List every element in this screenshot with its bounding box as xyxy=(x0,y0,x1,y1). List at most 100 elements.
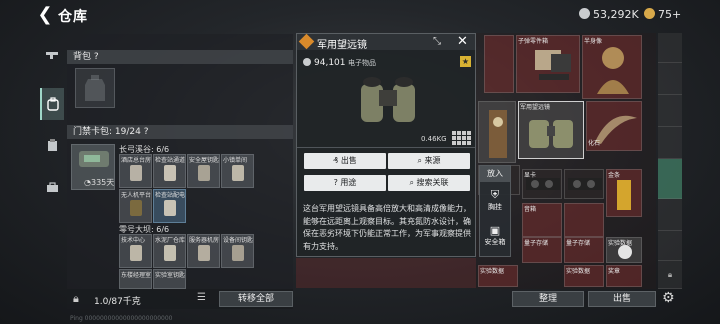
popup-title: 军用望远镜 xyxy=(317,40,367,51)
keycard-icon xyxy=(198,165,210,181)
keycard-icon xyxy=(130,245,142,261)
warehouse-item[interactable] xyxy=(484,35,514,93)
lock-icon[interactable]: 🔒︎ xyxy=(658,261,682,289)
item-label: 实验数据 xyxy=(608,240,633,247)
close-icon[interactable]: ✕ xyxy=(457,34,468,49)
capacity-text: 1.0/87千克 xyxy=(94,297,141,307)
item-value-number: 94,101 xyxy=(314,58,346,68)
keycard-icon xyxy=(198,245,210,261)
usage-button[interactable]: ? 用途 xyxy=(304,175,386,191)
search-related-button[interactable]: ⌕ 搜索关联 xyxy=(388,175,470,191)
keycard-slot[interactable]: 技术中心 xyxy=(119,234,152,268)
warehouse-tabs: 🔒︎ xyxy=(658,33,684,289)
warehouse-tab[interactable] xyxy=(658,63,682,95)
item-label: 半身像 xyxy=(584,38,603,45)
warehouse-item[interactable] xyxy=(478,101,516,163)
warehouse-item[interactable]: 半身像 xyxy=(582,35,642,99)
warehouse-item[interactable]: 音箱 xyxy=(522,203,562,237)
currency-primary: 53,292K xyxy=(579,8,639,21)
keycard-slot[interactable]: 设备间钥匙 xyxy=(221,234,254,268)
keycard-slot[interactable]: 检查站通道 xyxy=(153,154,186,188)
keycard-icon xyxy=(164,165,176,181)
item-label: 子弹零件箱 xyxy=(518,38,549,45)
sell-item-button[interactable]: ₰ 出售 xyxy=(304,153,386,169)
keycard-slot[interactable]: 酒店总台房 xyxy=(119,154,152,188)
keycard-slot[interactable]: 无人机平台 xyxy=(119,189,152,223)
favorite-star-icon[interactable]: ★ xyxy=(460,56,471,67)
toolbox-icon[interactable] xyxy=(40,174,64,200)
warehouse-tab[interactable] xyxy=(658,33,682,63)
footer-debug-text: Ping 00000000000000000000000 xyxy=(70,315,173,322)
currency-secondary[interactable]: 75+ xyxy=(644,8,681,21)
keycard-slot-label: 实验室钥匙 xyxy=(155,272,186,279)
top-bar: ❮ 仓库 53,292K 75+ xyxy=(0,0,720,30)
gear-icon[interactable]: ⚙ xyxy=(662,290,675,306)
silver-coin-icon xyxy=(303,58,311,66)
warehouse-item[interactable]: 显卡 xyxy=(522,169,562,199)
source-button[interactable]: ⌕ 来源 xyxy=(388,153,470,169)
item-label: 奖章 xyxy=(608,268,621,275)
search-icon: ⌕ xyxy=(409,178,417,187)
keycard-header: 门禁卡包: 19/24 ? xyxy=(67,125,293,139)
warehouse-item[interactable]: 实验数据 xyxy=(606,237,642,263)
item-value: 94,101 xyxy=(303,58,346,68)
warehouse-item[interactable]: 子弹零件箱 xyxy=(516,35,580,93)
sort-button[interactable]: 整理 xyxy=(512,291,584,307)
chest-rig-label: 胸挂 xyxy=(488,203,502,211)
keycard-holder-slot[interactable]: ◔335天 xyxy=(71,144,115,190)
keycard-slot[interactable]: 水泥厂仓库 xyxy=(153,234,186,268)
warehouse-tab-selected[interactable] xyxy=(658,159,682,199)
keycard-icon xyxy=(130,200,142,216)
warehouse-item[interactable] xyxy=(564,203,604,237)
clipboard-icon[interactable] xyxy=(40,132,64,158)
warehouse-item[interactable]: 奖章 xyxy=(606,265,642,287)
transfer-all-button[interactable]: 转移全部 xyxy=(219,291,293,307)
keycard-icon xyxy=(232,165,244,181)
warehouse-item[interactable] xyxy=(564,169,604,199)
warehouse-tab[interactable] xyxy=(658,231,682,261)
keycard-slot-label: 检查站配电 xyxy=(155,192,186,199)
keycard-slot[interactable]: 东楼经理室 xyxy=(119,269,152,289)
back-arrow-icon[interactable]: ❮ xyxy=(36,5,54,25)
binoculars-image xyxy=(361,77,415,122)
item-weight: 0.46KG xyxy=(421,135,447,143)
list-icon[interactable]: ☰ xyxy=(197,292,206,303)
sell-icon: ₰ xyxy=(333,156,341,165)
backpack-icon[interactable] xyxy=(40,88,64,120)
item-detail-popup: 军用望远镜 ⤡ ✕ 94,101 电子物品 ★ 0.46KG ₰ 出售 ⌕ 来源… xyxy=(296,33,476,257)
search-icon: ⌕ xyxy=(417,156,425,165)
warehouse-item[interactable]: 量子存储 xyxy=(522,237,562,263)
keycard-slot[interactable]: 检查站配电 xyxy=(153,189,186,223)
item-label: 实验数据 xyxy=(566,268,591,275)
warehouse-item[interactable]: 实验数据 xyxy=(564,265,604,287)
keycard-slot-label: 设备间钥匙 xyxy=(223,237,254,244)
item-label: 金条 xyxy=(608,172,621,179)
keycard-slot[interactable]: 安全屋钥匙 xyxy=(187,154,220,188)
page-title: 仓库 xyxy=(58,9,88,25)
gun-icon[interactable] xyxy=(40,42,64,68)
sell-button[interactable]: 出售 xyxy=(588,291,656,307)
keycard-icon xyxy=(130,165,142,181)
warehouse-item[interactable]: 实验数据 xyxy=(478,265,518,287)
warehouse-tab[interactable] xyxy=(658,127,682,159)
keycard-slot[interactable]: 实验室钥匙 xyxy=(153,269,186,289)
warehouse-item[interactable]: 量子存储 xyxy=(564,237,604,263)
warehouse-item[interactable]: 化石 xyxy=(586,101,642,151)
warehouse-tab[interactable] xyxy=(658,95,682,127)
item-description: 这台军用望远镜具备高倍放大和高清成像能力，能够在远距离上观察目标。其充氮防水设计… xyxy=(303,204,471,251)
search-related-label: 搜索关联 xyxy=(416,178,449,187)
backpack-slot[interactable] xyxy=(75,68,115,108)
put-into-menu: 放入 ⛨ 胸挂 ▣ 安全箱 xyxy=(479,165,511,257)
keycard-slot[interactable]: 服务器机房 xyxy=(187,234,220,268)
warehouse-tab[interactable] xyxy=(658,199,682,231)
collapse-arrows-icon[interactable]: ⤡ xyxy=(433,36,441,47)
safe-box-option[interactable]: ▣ 安全箱 xyxy=(480,224,510,247)
keycard-slot[interactable]: 小镇单间 xyxy=(221,154,254,188)
warehouse-item[interactable]: 金条 xyxy=(606,169,642,217)
chest-rig-option[interactable]: ⛨ 胸挂 xyxy=(480,188,510,212)
clock-icon: ◔ xyxy=(84,178,91,187)
lock-icon[interactable]: 🔒︎ xyxy=(73,292,79,306)
warehouse-item-selected[interactable]: 军用望远镜 xyxy=(518,101,584,159)
bottom-left-bar: 🔒︎ 1.0/87千克 ☰ 转移全部 xyxy=(67,289,293,309)
inventory-panel: 背包 ? 门禁卡包: 19/24 ? ◔335天 长弓溪谷: 6/6 酒店总台房… xyxy=(67,34,293,304)
